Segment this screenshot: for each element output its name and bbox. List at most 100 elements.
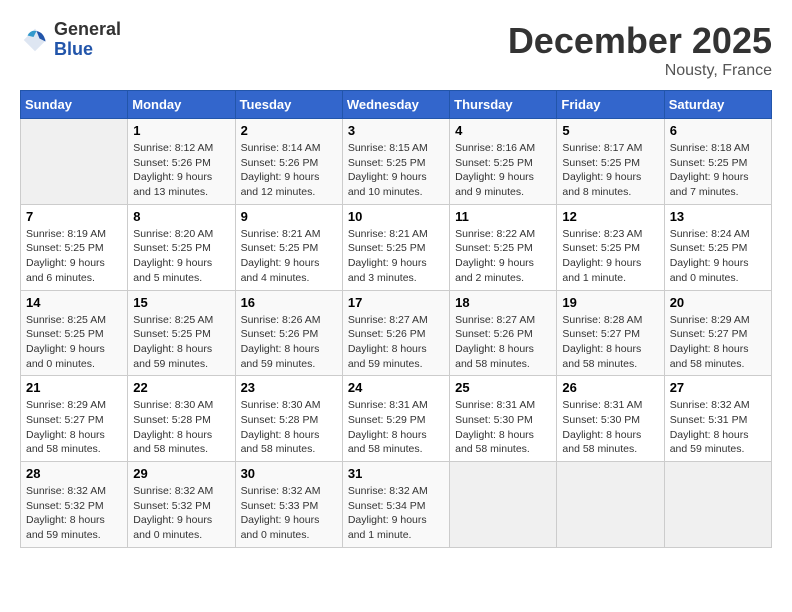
day-info: Sunrise: 8:30 AMSunset: 5:28 PMDaylight:… bbox=[241, 398, 337, 457]
calendar-week-row: 14 Sunrise: 8:25 AMSunset: 5:25 PMDayligh… bbox=[21, 290, 772, 376]
calendar-cell: 3 Sunrise: 8:15 AMSunset: 5:25 PMDaylight… bbox=[342, 119, 449, 205]
day-number: 7 bbox=[26, 209, 122, 224]
calendar-cell bbox=[557, 462, 664, 548]
weekday-header-sunday: Sunday bbox=[21, 91, 128, 119]
calendar-cell: 25Sunrise: 8:31 AMSunset: 5:30 PMDayligh… bbox=[450, 376, 557, 462]
calendar-cell: 1Sunrise: 8:12 AMSunset: 5:26 PMDaylight… bbox=[128, 119, 235, 205]
logo-general-text: General bbox=[54, 19, 121, 39]
day-number: 4 bbox=[455, 123, 551, 138]
calendar-cell bbox=[450, 462, 557, 548]
calendar-week-row: 7 Sunrise: 8:19 AMSunset: 5:25 PMDaylight… bbox=[21, 204, 772, 290]
day-info: Sunrise: 8:18 AMSunset: 5:25 PMDaylight:… bbox=[670, 141, 766, 200]
day-info: Sunrise: 8:32 AMSunset: 5:34 PMDaylight:… bbox=[348, 484, 444, 543]
day-info: Sunrise: 8:25 AMSunset: 5:25 PMDaylight:… bbox=[133, 313, 229, 372]
day-info: Sunrise: 8:15 AMSunset: 5:25 PMDaylight:… bbox=[348, 141, 444, 200]
day-info: Sunrise: 8:29 AMSunset: 5:27 PMDaylight:… bbox=[26, 398, 122, 457]
logo-icon bbox=[20, 25, 50, 55]
day-number: 8 bbox=[133, 209, 229, 224]
day-info: Sunrise: 8:27 AMSunset: 5:26 PMDaylight:… bbox=[455, 313, 551, 372]
calendar-cell: 14 Sunrise: 8:25 AMSunset: 5:25 PMDayligh… bbox=[21, 290, 128, 376]
calendar-cell: 21 Sunrise: 8:29 AMSunset: 5:27 PMDayligh… bbox=[21, 376, 128, 462]
day-number: 21 bbox=[26, 380, 122, 395]
day-info: Sunrise: 8:24 AMSunset: 5:25 PMDaylight:… bbox=[670, 227, 766, 286]
day-info: Sunrise: 8:32 AMSunset: 5:31 PMDaylight:… bbox=[670, 398, 766, 457]
day-number: 31 bbox=[348, 466, 444, 481]
calendar-cell: 27 Sunrise: 8:32 AMSunset: 5:31 PMDayligh… bbox=[664, 376, 771, 462]
calendar-week-row: 28 Sunrise: 8:32 AMSunset: 5:32 PMDayligh… bbox=[21, 462, 772, 548]
day-number: 13 bbox=[670, 209, 766, 224]
calendar-cell: 28 Sunrise: 8:32 AMSunset: 5:32 PMDayligh… bbox=[21, 462, 128, 548]
day-info: Sunrise: 8:32 AMSunset: 5:32 PMDaylight:… bbox=[26, 484, 122, 543]
day-number: 17 bbox=[348, 295, 444, 310]
day-number: 19 bbox=[562, 295, 658, 310]
calendar-header-row: SundayMondayTuesdayWednesdayThursdayFrid… bbox=[21, 91, 772, 119]
calendar-cell: 2 Sunrise: 8:14 AMSunset: 5:26 PMDaylight… bbox=[235, 119, 342, 205]
day-number: 18 bbox=[455, 295, 551, 310]
day-number: 26 bbox=[562, 380, 658, 395]
day-info: Sunrise: 8:19 AMSunset: 5:25 PMDaylight:… bbox=[26, 227, 122, 286]
calendar-cell: 19 Sunrise: 8:28 AMSunset: 5:27 PMDayligh… bbox=[557, 290, 664, 376]
day-info: Sunrise: 8:17 AMSunset: 5:25 PMDaylight:… bbox=[562, 141, 658, 200]
calendar-cell: 9Sunrise: 8:21 AMSunset: 5:25 PMDaylight… bbox=[235, 204, 342, 290]
logo: General Blue bbox=[20, 20, 121, 60]
day-info: Sunrise: 8:22 AMSunset: 5:25 PMDaylight:… bbox=[455, 227, 551, 286]
weekday-header-monday: Monday bbox=[128, 91, 235, 119]
day-info: Sunrise: 8:30 AMSunset: 5:28 PMDaylight:… bbox=[133, 398, 229, 457]
day-number: 29 bbox=[133, 466, 229, 481]
calendar-cell: 11Sunrise: 8:22 AMSunset: 5:25 PMDayligh… bbox=[450, 204, 557, 290]
day-info: Sunrise: 8:26 AMSunset: 5:26 PMDaylight:… bbox=[241, 313, 337, 372]
day-number: 24 bbox=[348, 380, 444, 395]
title-block: December 2025 Nousty, France bbox=[508, 20, 772, 80]
calendar-cell: 7 Sunrise: 8:19 AMSunset: 5:25 PMDaylight… bbox=[21, 204, 128, 290]
day-number: 15 bbox=[133, 295, 229, 310]
calendar-cell: 6 Sunrise: 8:18 AMSunset: 5:25 PMDaylight… bbox=[664, 119, 771, 205]
day-info: Sunrise: 8:28 AMSunset: 5:27 PMDaylight:… bbox=[562, 313, 658, 372]
day-number: 14 bbox=[26, 295, 122, 310]
day-info: Sunrise: 8:25 AMSunset: 5:25 PMDaylight:… bbox=[26, 313, 122, 372]
calendar-cell: 20 Sunrise: 8:29 AMSunset: 5:27 PMDayligh… bbox=[664, 290, 771, 376]
day-number: 28 bbox=[26, 466, 122, 481]
day-number: 20 bbox=[670, 295, 766, 310]
day-number: 2 bbox=[241, 123, 337, 138]
month-title: December 2025 bbox=[508, 20, 772, 62]
calendar-cell: 16 Sunrise: 8:26 AMSunset: 5:26 PMDayligh… bbox=[235, 290, 342, 376]
calendar-cell: 5Sunrise: 8:17 AMSunset: 5:25 PMDaylight… bbox=[557, 119, 664, 205]
weekday-header-wednesday: Wednesday bbox=[342, 91, 449, 119]
day-number: 6 bbox=[670, 123, 766, 138]
day-number: 30 bbox=[241, 466, 337, 481]
day-info: Sunrise: 8:29 AMSunset: 5:27 PMDaylight:… bbox=[670, 313, 766, 372]
day-info: Sunrise: 8:16 AMSunset: 5:25 PMDaylight:… bbox=[455, 141, 551, 200]
calendar-cell: 17 Sunrise: 8:27 AMSunset: 5:26 PMDayligh… bbox=[342, 290, 449, 376]
day-number: 3 bbox=[348, 123, 444, 138]
day-number: 23 bbox=[241, 380, 337, 395]
calendar-week-row: 21 Sunrise: 8:29 AMSunset: 5:27 PMDayligh… bbox=[21, 376, 772, 462]
day-info: Sunrise: 8:21 AMSunset: 5:25 PMDaylight:… bbox=[348, 227, 444, 286]
calendar-cell: 23 Sunrise: 8:30 AMSunset: 5:28 PMDayligh… bbox=[235, 376, 342, 462]
day-number: 1 bbox=[133, 123, 229, 138]
day-info: Sunrise: 8:27 AMSunset: 5:26 PMDaylight:… bbox=[348, 313, 444, 372]
calendar-cell: 8 Sunrise: 8:20 AMSunset: 5:25 PMDaylight… bbox=[128, 204, 235, 290]
day-info: Sunrise: 8:31 AMSunset: 5:29 PMDaylight:… bbox=[348, 398, 444, 457]
day-number: 16 bbox=[241, 295, 337, 310]
calendar-cell: 4 Sunrise: 8:16 AMSunset: 5:25 PMDaylight… bbox=[450, 119, 557, 205]
calendar-cell: 24 Sunrise: 8:31 AMSunset: 5:29 PMDayligh… bbox=[342, 376, 449, 462]
day-info: Sunrise: 8:14 AMSunset: 5:26 PMDaylight:… bbox=[241, 141, 337, 200]
day-number: 10 bbox=[348, 209, 444, 224]
page-header: General Blue December 2025 Nousty, Franc… bbox=[20, 20, 772, 80]
day-info: Sunrise: 8:32 AMSunset: 5:32 PMDaylight:… bbox=[133, 484, 229, 543]
day-info: Sunrise: 8:20 AMSunset: 5:25 PMDaylight:… bbox=[133, 227, 229, 286]
calendar-cell: 18 Sunrise: 8:27 AMSunset: 5:26 PMDayligh… bbox=[450, 290, 557, 376]
weekday-header-thursday: Thursday bbox=[450, 91, 557, 119]
day-number: 12 bbox=[562, 209, 658, 224]
calendar-cell bbox=[664, 462, 771, 548]
day-info: Sunrise: 8:21 AMSunset: 5:25 PMDaylight:… bbox=[241, 227, 337, 286]
calendar-cell: 13 Sunrise: 8:24 AMSunset: 5:25 PMDayligh… bbox=[664, 204, 771, 290]
day-number: 22 bbox=[133, 380, 229, 395]
calendar-cell: 12Sunrise: 8:23 AMSunset: 5:25 PMDayligh… bbox=[557, 204, 664, 290]
day-number: 25 bbox=[455, 380, 551, 395]
day-number: 27 bbox=[670, 380, 766, 395]
day-info: Sunrise: 8:32 AMSunset: 5:33 PMDaylight:… bbox=[241, 484, 337, 543]
weekday-header-saturday: Saturday bbox=[664, 91, 771, 119]
calendar-cell: 31 Sunrise: 8:32 AMSunset: 5:34 PMDayligh… bbox=[342, 462, 449, 548]
calendar-cell: 22 Sunrise: 8:30 AMSunset: 5:28 PMDayligh… bbox=[128, 376, 235, 462]
